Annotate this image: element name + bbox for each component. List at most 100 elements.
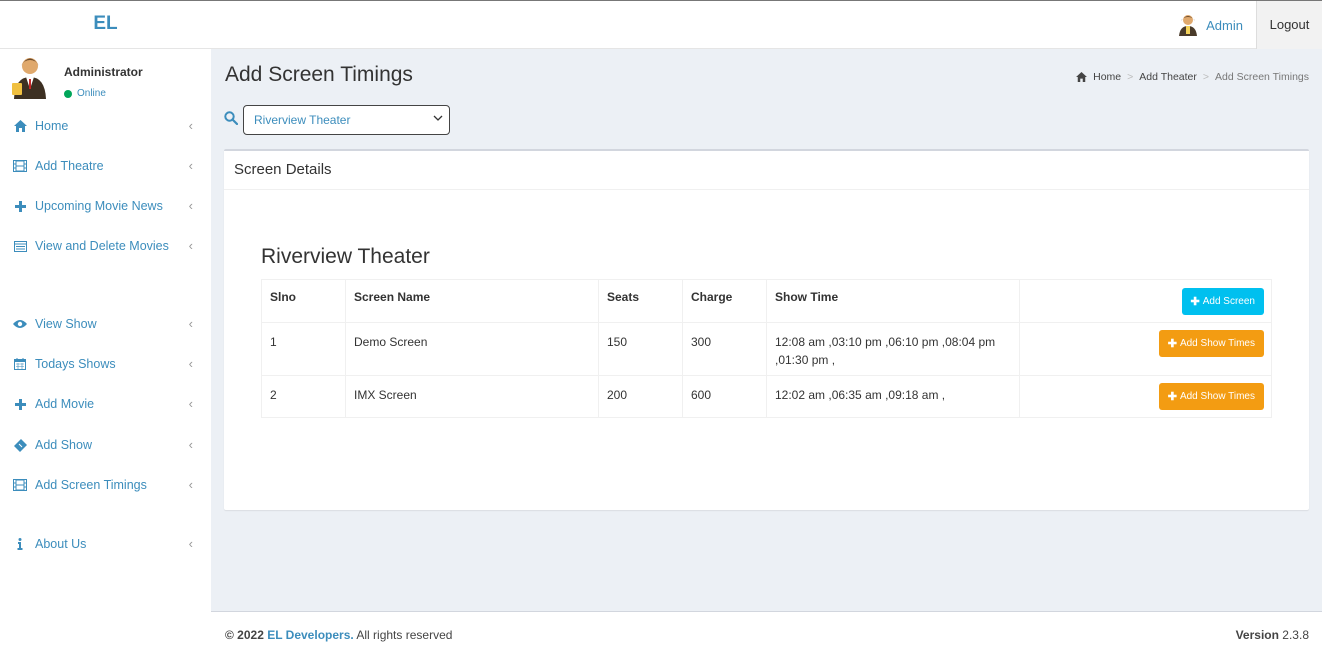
cell-seats: 200 <box>598 375 683 418</box>
add-show-times-button[interactable]: ✚ Add Show Times <box>1158 330 1264 357</box>
search-icon <box>224 111 238 125</box>
add-show-times-button[interactable]: ✚ Add Show Times <box>1158 383 1264 410</box>
table-row: 2 IMX Screen 200 600 12:02 am ,06:35 am … <box>261 375 1272 418</box>
column-header: Show Time <box>766 279 1020 323</box>
sidebar-item-add-theatre[interactable]: Add Theatre ‹ <box>0 151 211 181</box>
cell-show-time: 12:08 am ,03:10 pm ,06:10 pm ,08:04 pm ,… <box>766 322 1020 376</box>
sidebar-item-label: Add Theatre <box>35 159 104 173</box>
column-header: Slno <box>261 279 346 323</box>
column-header: Screen Name <box>345 279 599 323</box>
film-icon <box>13 478 27 492</box>
chevron-left-icon: ‹ <box>188 198 193 213</box>
info-icon <box>13 537 27 551</box>
online-dot-icon <box>64 89 72 98</box>
sidebar-item-label: Add Show <box>35 438 92 452</box>
sidebar-item-label: Add Screen Timings <box>35 478 147 492</box>
sidebar: Administrator Online Home ‹ Add Theatre … <box>0 49 211 651</box>
app-logo[interactable]: EL <box>0 1 211 49</box>
sidebar-item-label: View and Delete Movies <box>35 239 169 253</box>
logout-button[interactable]: Logout <box>1256 1 1322 49</box>
cell-slno: 2 <box>261 375 346 418</box>
ticket-icon <box>13 438 27 452</box>
version-number: 2.3.8 <box>1282 628 1309 642</box>
user-panel: Administrator Online <box>12 55 202 99</box>
sidebar-item-home[interactable]: Home ‹ <box>0 111 211 141</box>
sidebar-item-label: Upcoming Movie News <box>35 199 163 213</box>
cell-action: ✚ Add Show Times <box>1019 375 1272 418</box>
sidebar-item-label: Todays Shows <box>35 357 116 371</box>
cell-slno: 1 <box>261 322 346 376</box>
user-menu[interactable]: Admin <box>1178 1 1243 49</box>
user-name[interactable]: Admin <box>1206 18 1243 33</box>
add-show-times-label: Add Show Times <box>1179 391 1255 402</box>
sidebar-item-view-show[interactable]: View Show ‹ <box>0 309 211 339</box>
breadcrumb-add-theater[interactable]: Add Theater <box>1139 71 1197 83</box>
table-header-row: Slno Screen Name Seats Charge Show Time … <box>261 279 1272 323</box>
rights-text: All rights reserved <box>356 628 453 642</box>
chevron-left-icon: ‹ <box>188 158 193 173</box>
calendar-icon <box>13 357 27 371</box>
sidebar-item-label: Home <box>35 119 69 133</box>
sidebar-item-upcoming-movie-news[interactable]: Upcoming Movie News ‹ <box>0 191 211 221</box>
chevron-left-icon: ‹ <box>188 316 193 331</box>
breadcrumb-current: Add Screen Timings <box>1215 71 1309 83</box>
footer-copyright: © 2022 EL Developers. All rights reserve… <box>225 628 452 642</box>
theater-heading: Riverview Theater <box>261 245 430 268</box>
film-icon <box>13 159 27 173</box>
breadcrumb-home[interactable]: Home <box>1093 71 1121 83</box>
sidebar-item-add-show[interactable]: Add Show ‹ <box>0 430 211 460</box>
cell-charge: 600 <box>682 375 767 418</box>
chevron-left-icon: ‹ <box>188 477 193 492</box>
status-text: Online <box>77 88 106 99</box>
sidebar-item-label: View Show <box>35 317 97 331</box>
sidebar-item-add-movie[interactable]: Add Movie ‹ <box>0 389 211 419</box>
footer-version: Version 2.3.8 <box>1236 628 1309 642</box>
admin-name: Administrator <box>64 65 143 79</box>
chevron-left-icon: ‹ <box>188 536 193 551</box>
plus-icon <box>13 397 27 411</box>
brand-link[interactable]: EL Developers. <box>267 628 353 642</box>
chevron-left-icon: ‹ <box>188 238 193 253</box>
breadcrumb-separator: > <box>1202 71 1210 83</box>
table-row: 1 Demo Screen 150 300 12:08 am ,03:10 pm… <box>261 322 1272 376</box>
chevron-left-icon: ‹ <box>188 437 193 452</box>
sidebar-item-add-screen-timings[interactable]: Add Screen Timings ‹ <box>0 470 211 500</box>
screen-details-box: Screen Details Riverview Theater Slno Sc… <box>224 149 1309 510</box>
plus-icon: ✚ <box>1190 296 1200 308</box>
breadcrumb-separator: > <box>1127 71 1134 83</box>
admin-avatar-icon <box>12 58 46 99</box>
box-title: Screen Details <box>224 151 1309 190</box>
add-screen-button[interactable]: ✚ Add Screen <box>1181 288 1264 315</box>
sidebar-item-label: Add Movie <box>35 397 95 411</box>
cell-screen-name: Demo Screen <box>345 322 599 376</box>
sidebar-item-todays-shows[interactable]: Todays Shows ‹ <box>0 349 211 379</box>
list-icon <box>13 239 27 253</box>
chevron-left-icon: ‹ <box>188 396 193 411</box>
home-icon <box>1076 72 1088 82</box>
cell-seats: 150 <box>598 322 683 376</box>
breadcrumb: Home > Add Theater > Add Screen Timings <box>1076 71 1309 83</box>
top-header: EL Admin Logout <box>0 0 1322 49</box>
cell-screen-name: IMX Screen <box>345 375 599 418</box>
copyright-year: © 2022 <box>225 628 264 642</box>
theater-select[interactable]: Riverview Theater <box>243 105 450 135</box>
online-status: Online <box>64 88 106 99</box>
user-avatar-icon <box>1179 15 1198 36</box>
footer: © 2022 EL Developers. All rights reserve… <box>211 611 1322 651</box>
sidebar-item-view-delete-movies[interactable]: View and Delete Movies ‹ <box>0 231 211 261</box>
plus-icon: ✚ <box>1167 338 1177 350</box>
home-icon <box>13 119 27 133</box>
column-header: Seats <box>598 279 683 323</box>
action-header-cell: ✚ Add Screen <box>1019 279 1272 323</box>
cell-charge: 300 <box>682 322 767 376</box>
screens-table: Slno Screen Name Seats Charge Show Time … <box>261 279 1272 418</box>
add-screen-label: Add Screen <box>1202 296 1255 307</box>
plus-icon: ✚ <box>1167 391 1177 403</box>
chevron-left-icon: ‹ <box>188 356 193 371</box>
chevron-down-icon <box>433 115 443 121</box>
eye-icon <box>13 317 27 331</box>
page-title: Add Screen Timings <box>225 63 413 86</box>
sidebar-item-label: About Us <box>35 537 87 551</box>
sidebar-item-about-us[interactable]: About Us ‹ <box>0 529 211 559</box>
plus-icon <box>13 199 27 213</box>
